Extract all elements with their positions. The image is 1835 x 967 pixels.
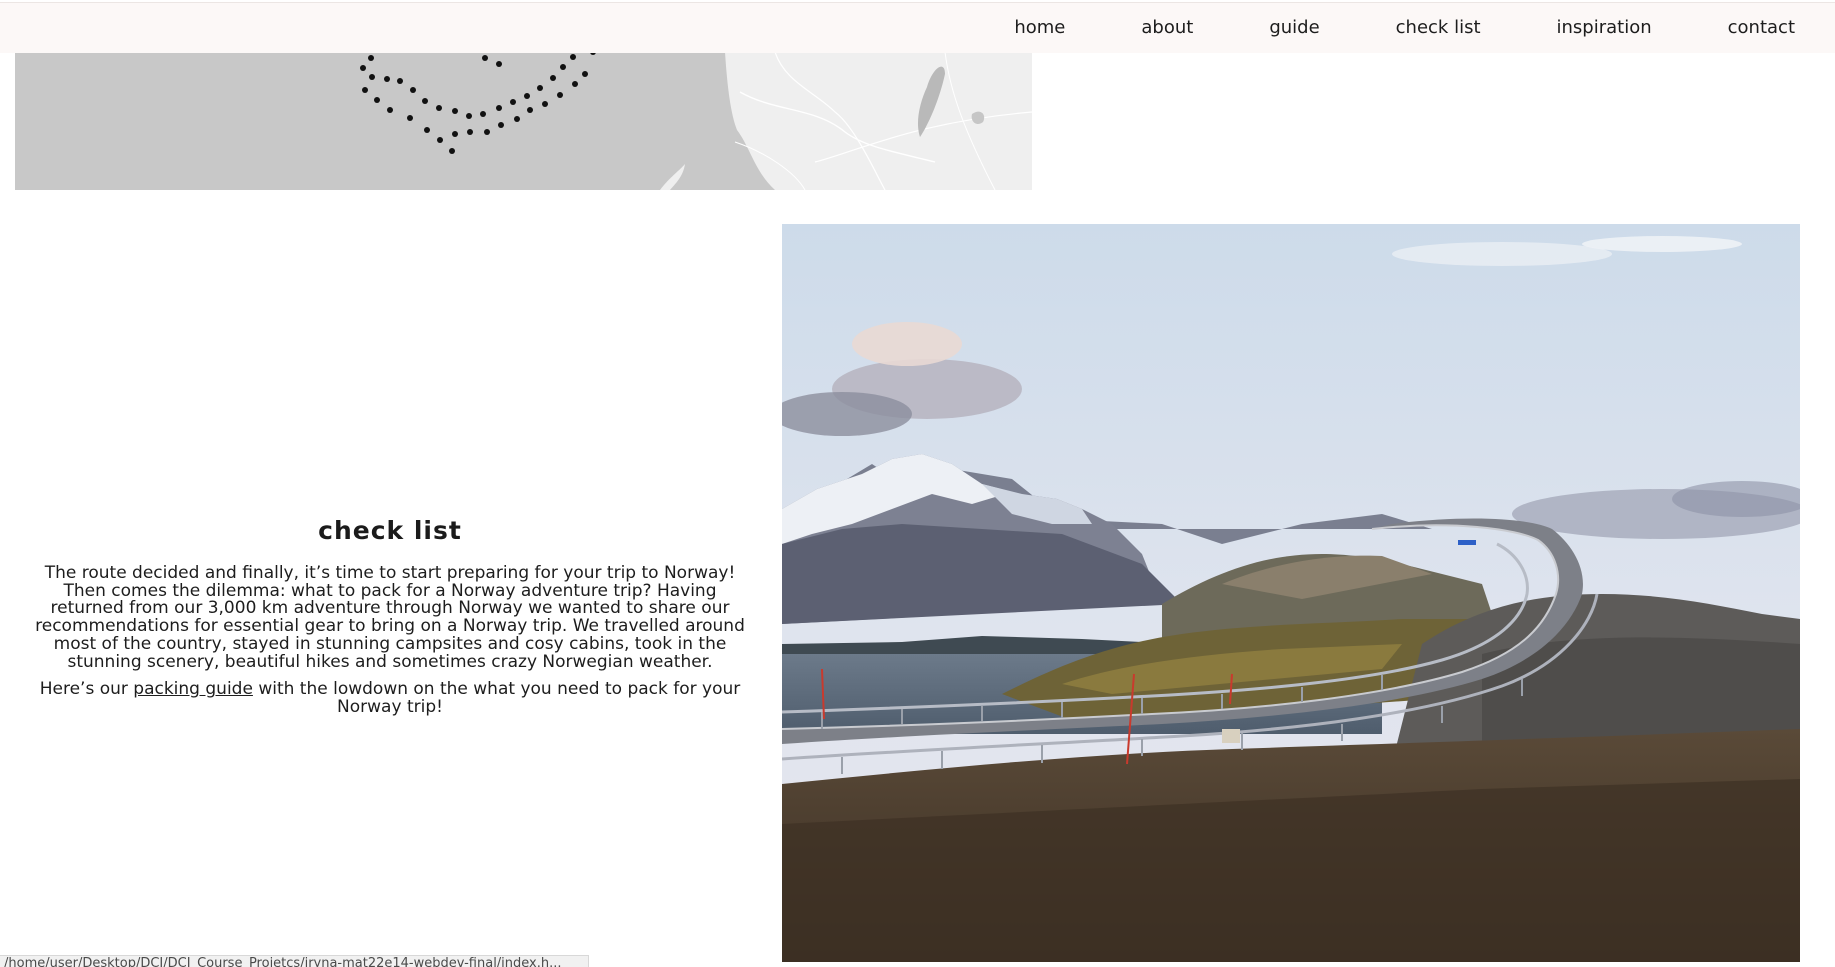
nav-link-home[interactable]: home [1014, 3, 1065, 53]
nav-link-guide[interactable]: guide [1269, 3, 1319, 53]
atlantic-road-illustration [782, 224, 1800, 962]
route-map-image [15, 52, 1032, 190]
nav-link-contact[interactable]: contact [1728, 3, 1795, 53]
packing-guide-text-before: Here’s our [39, 679, 134, 700]
atlantic-road-photo [782, 224, 1800, 962]
browser-status-bar: /home/user/Desktop/DCI/DCI_Course_Projet… [0, 955, 589, 967]
packing-guide-text-after: with the lowdown on the what you need to… [252, 679, 741, 717]
nav-link-inspiration[interactable]: inspiration [1557, 3, 1652, 53]
nav-link-check-list[interactable]: check list [1396, 3, 1481, 53]
check-list-intro: check list The route decided and finally… [28, 516, 752, 727]
route-map-graphic [15, 52, 1032, 190]
main-nav: home about guide check list inspiration … [1014, 3, 1795, 53]
intro-paragraph: The route decided and finally, it’s time… [35, 563, 745, 672]
packing-guide-link[interactable]: packing guide [133, 679, 253, 699]
section-title: check list [318, 516, 462, 545]
nav-link-about[interactable]: about [1141, 3, 1193, 53]
top-navigation-bar: home about guide check list inspiration … [0, 2, 1835, 53]
page: home about guide check list inspiration … [0, 0, 1835, 967]
packing-guide-paragraph: Here’s our packing guide with the lowdow… [28, 679, 752, 717]
